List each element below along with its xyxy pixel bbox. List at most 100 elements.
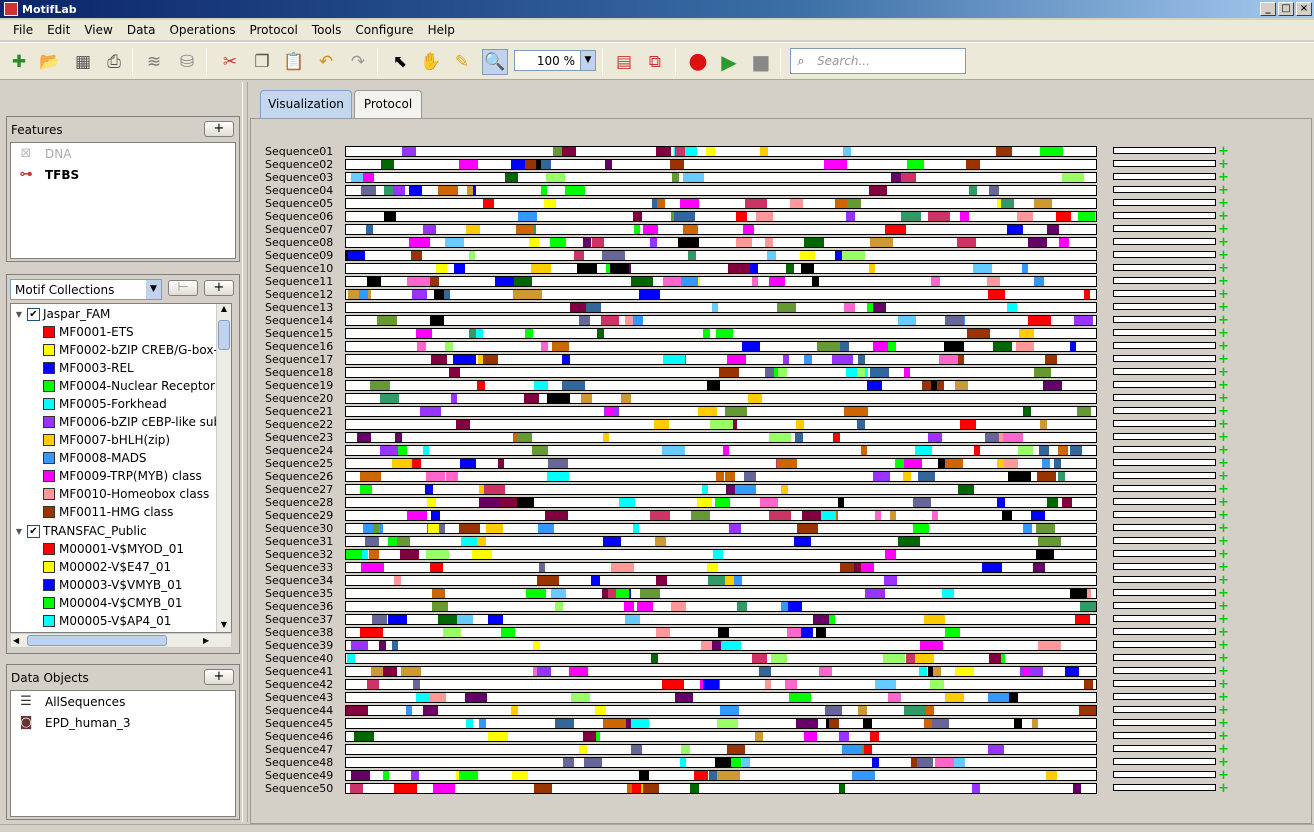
sequence-label[interactable]: Sequence38 bbox=[265, 626, 345, 639]
tfbs-region[interactable] bbox=[865, 589, 885, 598]
tfbs-region[interactable] bbox=[483, 355, 498, 364]
tfbs-region[interactable] bbox=[717, 771, 740, 780]
tfbs-region[interactable] bbox=[350, 784, 363, 793]
tfbs-region[interactable] bbox=[427, 498, 436, 507]
tfbs-region[interactable] bbox=[1065, 667, 1079, 676]
tfbs-region[interactable] bbox=[512, 771, 528, 780]
tfbs-region[interactable] bbox=[787, 628, 801, 637]
sequence-track[interactable] bbox=[345, 718, 1097, 729]
tfbs-region[interactable] bbox=[393, 186, 405, 195]
tfbs-region[interactable] bbox=[899, 173, 916, 182]
tfbs-region[interactable] bbox=[694, 771, 708, 780]
sequence-track[interactable] bbox=[345, 614, 1097, 625]
tfbs-region[interactable] bbox=[359, 290, 368, 299]
tfbs-region[interactable] bbox=[454, 264, 465, 273]
tfbs-region[interactable] bbox=[574, 251, 584, 260]
tfbs-region[interactable] bbox=[1004, 459, 1018, 468]
tfbs-region[interactable] bbox=[832, 355, 853, 364]
tfbs-region[interactable] bbox=[972, 784, 980, 793]
tfbs-region[interactable] bbox=[392, 641, 398, 650]
expand-icon[interactable]: ▼ bbox=[11, 310, 27, 319]
tfbs-region[interactable] bbox=[988, 693, 1009, 702]
tfbs-region[interactable] bbox=[769, 433, 791, 442]
tfbs-region[interactable] bbox=[765, 680, 771, 689]
tfbs-region[interactable] bbox=[924, 615, 945, 624]
sequence-track[interactable] bbox=[345, 341, 1097, 352]
sequence-label[interactable]: Sequence27 bbox=[265, 483, 345, 496]
tfbs-region[interactable] bbox=[402, 147, 416, 156]
close-button[interactable]: × bbox=[1296, 2, 1312, 16]
tfbs-region[interactable] bbox=[928, 433, 942, 442]
hand-icon[interactable]: ✋ bbox=[418, 49, 444, 75]
tfbs-region[interactable] bbox=[562, 381, 585, 390]
search-input[interactable]: Search... bbox=[811, 54, 870, 68]
tfbs-region[interactable] bbox=[1047, 498, 1058, 507]
tfbs-region[interactable] bbox=[967, 329, 990, 338]
tfbs-region[interactable] bbox=[555, 602, 563, 611]
tfbs-region[interactable] bbox=[777, 459, 797, 468]
collection-node[interactable]: ▼ ✔ TRANSFAC_Public bbox=[11, 522, 231, 540]
sequence-label[interactable]: Sequence48 bbox=[265, 756, 345, 769]
tfbs-region[interactable] bbox=[656, 576, 667, 585]
tfbs-region[interactable] bbox=[479, 498, 499, 507]
tfbs-region[interactable] bbox=[592, 238, 604, 247]
undo-icon[interactable]: ↶ bbox=[313, 49, 339, 75]
tfbs-region[interactable] bbox=[726, 485, 735, 494]
sequence-label[interactable]: Sequence41 bbox=[265, 665, 345, 678]
tfbs-region[interactable] bbox=[372, 615, 387, 624]
tfbs-region[interactable] bbox=[745, 199, 767, 208]
tfbs-region[interactable] bbox=[524, 394, 539, 403]
sequence-track[interactable] bbox=[345, 302, 1097, 313]
tfbs-region[interactable] bbox=[867, 381, 882, 390]
tfbs-region[interactable] bbox=[718, 628, 729, 637]
tfbs-region[interactable] bbox=[346, 706, 368, 715]
sequence-label[interactable]: Sequence14 bbox=[265, 314, 345, 327]
sequence-label[interactable]: Sequence35 bbox=[265, 587, 345, 600]
sequence-label[interactable]: Sequence40 bbox=[265, 652, 345, 665]
tfbs-region[interactable] bbox=[932, 719, 949, 728]
tfbs-region[interactable] bbox=[737, 602, 747, 611]
sequence-track[interactable] bbox=[345, 354, 1097, 365]
tfbs-region[interactable] bbox=[479, 719, 486, 728]
tfbs-region[interactable] bbox=[742, 758, 750, 767]
tfbs-region[interactable] bbox=[453, 355, 476, 364]
tfbs-region[interactable] bbox=[966, 160, 980, 169]
tfbs-region[interactable] bbox=[884, 576, 897, 585]
tfbs-region[interactable] bbox=[1033, 563, 1045, 572]
tfbs-region[interactable] bbox=[409, 186, 422, 195]
tfbs-region[interactable] bbox=[875, 511, 881, 520]
tfbs-region[interactable] bbox=[690, 784, 699, 793]
tfbs-region[interactable] bbox=[537, 576, 559, 585]
tfbs-region[interactable] bbox=[412, 290, 427, 299]
motif-item[interactable]: MF0008-MADS bbox=[11, 449, 231, 467]
sequence-label[interactable]: Sequence45 bbox=[265, 717, 345, 730]
tfbs-region[interactable] bbox=[960, 212, 969, 221]
sequence-label[interactable]: Sequence22 bbox=[265, 418, 345, 431]
tfbs-region[interactable] bbox=[347, 654, 355, 663]
feature-item-dna[interactable]: ⊠ DNA bbox=[11, 143, 235, 164]
tfbs-region[interactable] bbox=[531, 264, 551, 273]
tfbs-region[interactable] bbox=[381, 160, 394, 169]
tfbs-region[interactable] bbox=[532, 446, 548, 455]
tfbs-region[interactable] bbox=[417, 342, 426, 351]
tfbs-region[interactable] bbox=[847, 199, 861, 208]
tfbs-region[interactable] bbox=[431, 511, 440, 520]
tfbs-region[interactable] bbox=[1017, 212, 1033, 221]
sequence-track[interactable] bbox=[345, 263, 1097, 274]
tfbs-region[interactable] bbox=[867, 303, 873, 312]
maximize-button[interactable]: □ bbox=[1278, 2, 1294, 16]
tfbs-region[interactable] bbox=[625, 615, 640, 624]
sequence-track[interactable] bbox=[345, 198, 1097, 209]
sequence-track[interactable] bbox=[345, 497, 1097, 508]
tfbs-region[interactable] bbox=[796, 420, 804, 429]
tfbs-region[interactable] bbox=[920, 641, 943, 650]
tfbs-region[interactable] bbox=[373, 524, 379, 533]
tfbs-region[interactable] bbox=[849, 407, 868, 416]
tfbs-region[interactable] bbox=[945, 693, 964, 702]
tfbs-region[interactable] bbox=[434, 290, 444, 299]
tfbs-region[interactable] bbox=[829, 719, 839, 728]
tfbs-region[interactable] bbox=[443, 628, 461, 637]
tfbs-region[interactable] bbox=[833, 433, 840, 442]
sequence-label[interactable]: Sequence03 bbox=[265, 171, 345, 184]
tfbs-region[interactable] bbox=[869, 264, 875, 273]
